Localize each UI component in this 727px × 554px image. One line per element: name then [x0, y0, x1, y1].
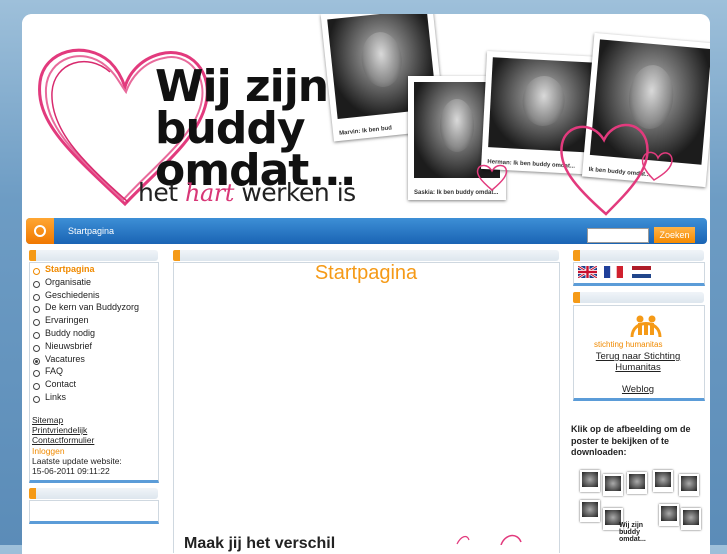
title-line: buddy: [155, 103, 306, 154]
teaser-heading: Maak jij het verschil: [184, 535, 336, 552]
poster-instruction: Klik op de afbeelding om de poster te be…: [571, 424, 691, 457]
weblog-link[interactable]: Weblog: [584, 384, 692, 395]
sidebar-item-vacatures[interactable]: Vacatures: [31, 354, 139, 367]
login-link[interactable]: Inloggen: [32, 446, 122, 456]
sidebar-item-geschiedenis[interactable]: Geschiedenis: [31, 290, 139, 303]
subtitle-text: werken is: [241, 178, 356, 207]
empty-box: [29, 500, 159, 524]
sidebar-item-startpagina[interactable]: Startpagina: [31, 264, 139, 277]
sidebar-item-contact[interactable]: Contact: [31, 379, 139, 392]
bullet-icon: [33, 331, 40, 339]
sidebar-menu: Startpagina Organisatie Geschiedenis De …: [31, 264, 139, 405]
subtitle-text: het: [138, 178, 178, 207]
bullet-icon: [33, 344, 40, 352]
printfriendly-link[interactable]: Printvriendelijk: [32, 425, 122, 435]
bullet-icon: [33, 293, 40, 301]
english-flag-icon[interactable]: [578, 266, 597, 278]
sidebar-item-kern-buddyzorg[interactable]: De kern van Buddyzorg: [31, 302, 139, 315]
bullet-icon: [33, 319, 40, 327]
poster-thumbnail[interactable]: Wij zijn buddy omdat...: [575, 464, 707, 545]
sidebar-item-faq[interactable]: FAQ: [31, 366, 139, 379]
sidebar-item-nieuwsbrief[interactable]: Nieuwsbrief: [31, 341, 139, 354]
subtitle-highlight: hart: [184, 179, 234, 207]
bullet-icon: [33, 383, 40, 391]
home-icon: [34, 225, 46, 237]
poster-title: Wij zijn buddy omdat...: [619, 522, 646, 543]
empty-box-header: [29, 488, 158, 499]
humanitas-name: stichting humanitas: [594, 340, 663, 349]
last-update-label: Laatste update website:: [32, 455, 122, 466]
bullet-icon: [33, 357, 40, 365]
header-subtitle: het hart werken is: [138, 178, 356, 207]
contactform-link[interactable]: Contactformulier: [32, 435, 122, 445]
content-header: [173, 250, 559, 261]
search-button[interactable]: Zoeken: [654, 227, 695, 243]
sidebar-item-organisatie[interactable]: Organisatie: [31, 277, 139, 290]
small-heart-icon: [476, 164, 508, 191]
sidebar-item-buddy-nodig[interactable]: Buddy nodig: [31, 328, 139, 341]
small-heart-icon: [560, 123, 673, 216]
sitemap-link[interactable]: Sitemap: [32, 415, 122, 425]
sidebar-item-ervaringen[interactable]: Ervaringen: [31, 315, 139, 328]
last-update-value: 15-06-2011 09:11:22: [32, 466, 110, 477]
header-title: Wij zijn buddy omdat...: [155, 61, 356, 193]
menu-box-header: [29, 250, 158, 261]
bullet-icon: [33, 370, 40, 378]
header-banner: Wij zijn buddy omdat... het hart werken …: [22, 14, 710, 218]
humanitas-box-header: [573, 292, 704, 303]
dutch-flag-icon[interactable]: [632, 266, 651, 278]
search-input[interactable]: [587, 228, 649, 243]
page-title: Startpagina: [314, 262, 418, 284]
french-flag-icon[interactable]: [604, 266, 623, 278]
humanitas-logo-icon[interactable]: [628, 311, 664, 337]
bullet-icon: [33, 268, 40, 275]
heart-decoration-icon: [456, 534, 522, 545]
home-button[interactable]: [26, 218, 54, 244]
sidebar-item-links[interactable]: Links: [31, 392, 139, 405]
bullet-icon: [33, 395, 40, 403]
title-line: Wij zijn: [155, 61, 329, 112]
humanitas-link[interactable]: Terug naar Stichting Humanitas: [584, 351, 692, 373]
utility-links: Sitemap Printvriendelijk Contactformulie…: [32, 415, 122, 476]
bullet-icon: [33, 280, 40, 288]
bullet-icon: [33, 306, 40, 314]
language-box-header: [573, 250, 704, 261]
breadcrumb[interactable]: Startpagina: [68, 226, 114, 236]
content-box: [173, 262, 560, 553]
